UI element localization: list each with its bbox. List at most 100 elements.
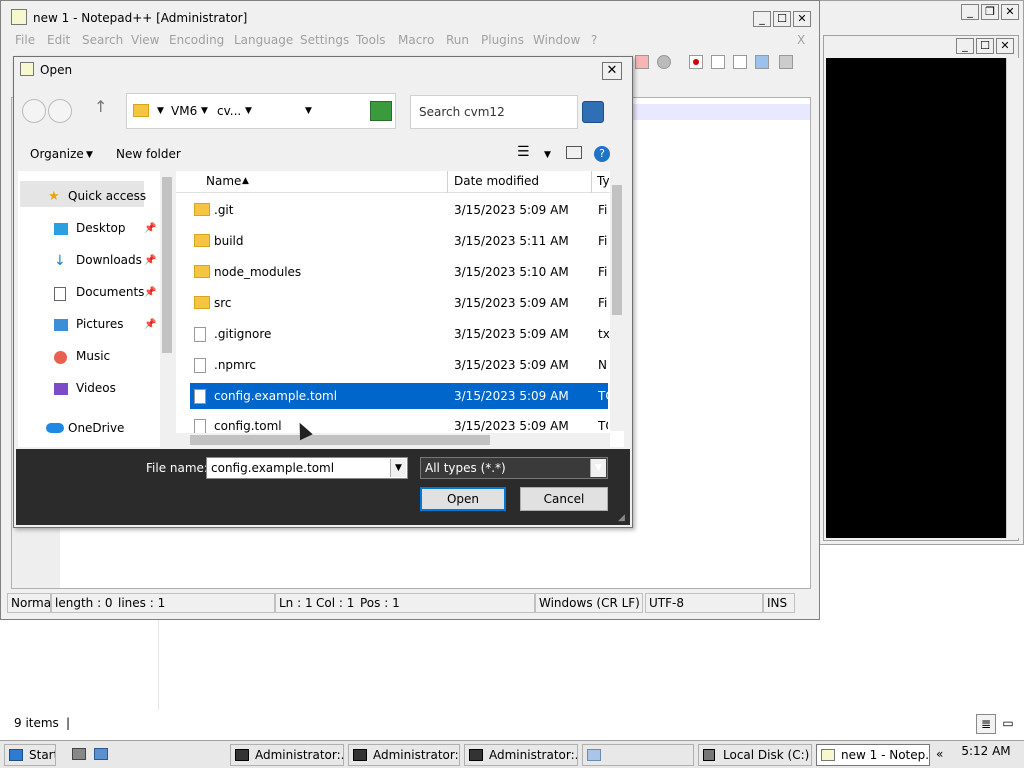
maximize-icon[interactable]: ☐ [976, 38, 994, 54]
nav-documents[interactable]: Documents [76, 285, 144, 299]
chevron-down-icon[interactable]: ▼ [157, 106, 164, 116]
clock[interactable]: 5:12 AM [950, 743, 1022, 766]
tray-expand-icon[interactable]: « [936, 747, 943, 761]
maximize-icon[interactable]: ☐ [773, 11, 791, 27]
file-row[interactable]: build 3/15/2023 5:11 AM Fi [190, 228, 608, 254]
menu-tools[interactable]: Tools [356, 33, 386, 47]
open-button[interactable]: Open [420, 487, 506, 511]
file-row[interactable]: .git 3/15/2023 5:09 AM Fi [190, 197, 608, 223]
help-icon[interactable]: ? [594, 146, 610, 162]
refresh-icon[interactable] [370, 101, 392, 121]
file-row[interactable]: config.toml 3/15/2023 5:09 AM TO [190, 413, 608, 433]
menu-search[interactable]: Search [82, 33, 123, 47]
taskbar-cmd-1[interactable]: Administrator:... [230, 744, 344, 766]
cancel-button[interactable]: Cancel [520, 487, 608, 511]
nav-quick-access[interactable]: Quick access [68, 189, 146, 203]
close-tab-icon[interactable]: X [797, 33, 805, 47]
history-dropdown-icon[interactable]: ▼ [305, 106, 312, 116]
breadcrumb-cvm[interactable]: cv... [217, 104, 241, 118]
menu-view[interactable]: View [131, 33, 159, 47]
close-icon[interactable]: ✕ [996, 38, 1014, 54]
breadcrumb[interactable]: ▼ VM6 ▼ cv... ▼ ▼ [126, 93, 396, 129]
nav-pictures[interactable]: Pictures [76, 317, 124, 331]
details-view-icon[interactable]: ≣ [976, 714, 996, 734]
chevron-down-icon[interactable]: ▼ [390, 459, 406, 477]
column-date-modified[interactable]: Date modified [454, 174, 539, 188]
forward-arrow-icon[interactable] [48, 99, 72, 123]
console-area[interactable] [826, 58, 1006, 538]
nav-onedrive[interactable]: OneDrive [68, 421, 124, 435]
menu-language[interactable]: Language [234, 33, 293, 47]
nav-scrollbar[interactable] [160, 171, 174, 447]
file-row[interactable]: node_modules 3/15/2023 5:10 AM Fi [190, 259, 608, 285]
chevron-down-icon[interactable]: ▼ [201, 106, 208, 116]
menu-edit[interactable]: Edit [47, 33, 70, 47]
organize-button[interactable]: Organize [30, 147, 84, 161]
save-macro-icon[interactable] [779, 55, 793, 69]
file-row[interactable]: .gitignore 3/15/2023 5:09 AM tx [190, 321, 610, 347]
file-name-input[interactable]: config.example.toml ▼ [206, 457, 408, 479]
new-folder-button[interactable]: New folder [116, 147, 181, 161]
file-list-horizontal-scrollbar[interactable] [176, 433, 610, 447]
nav-music[interactable]: Music [76, 349, 110, 363]
explorer-quick-launch-icon[interactable] [94, 748, 108, 760]
tiles-view-icon[interactable]: ▭ [998, 714, 1018, 734]
up-arrow-icon[interactable]: ↑ [94, 97, 107, 116]
run-multiple-macro-icon[interactable] [755, 55, 769, 69]
chevron-down-icon[interactable]: ▼ [544, 150, 551, 160]
nav-videos[interactable]: Videos [76, 381, 116, 395]
menu-help[interactable]: ? [591, 33, 597, 47]
column-name[interactable]: Name [206, 174, 241, 188]
close-icon[interactable]: ✕ [602, 62, 622, 80]
menu-encoding[interactable]: Encoding [169, 33, 224, 47]
column-type[interactable]: Ty [597, 174, 610, 188]
folder-icon[interactable] [635, 55, 649, 69]
view-list-icon[interactable]: ☰ [517, 144, 530, 160]
quick-launch-icon[interactable] [72, 748, 86, 760]
console-scrollbar[interactable] [1006, 58, 1020, 538]
taskbar-local-disk[interactable]: Local Disk (C:) [698, 744, 812, 766]
file-date: 3/15/2023 5:09 AM [454, 358, 569, 372]
back-arrow-icon[interactable] [22, 99, 46, 123]
close-icon[interactable]: ✕ [793, 11, 811, 27]
file-row-selected[interactable]: config.example.toml 3/15/2023 5:09 AM TO [190, 383, 610, 409]
taskbar-explorer[interactable] [582, 744, 694, 766]
taskbar-cmd-3[interactable]: Administrator:... [464, 744, 578, 766]
search-input[interactable]: Search cvm12 [410, 95, 578, 129]
close-icon[interactable]: ✕ [1001, 4, 1019, 20]
menu-window[interactable]: Window [533, 33, 580, 47]
record-macro-icon[interactable] [689, 55, 703, 69]
maximize-icon[interactable]: ❐ [981, 4, 999, 20]
taskbar-cmd-2[interactable]: Administrator:... [348, 744, 460, 766]
taskbar-notepad[interactable]: new 1 - Notep... [816, 744, 930, 766]
menu-macro[interactable]: Macro [398, 33, 434, 47]
search-icon[interactable] [582, 101, 604, 123]
breadcrumb-vm6[interactable]: VM6 [171, 104, 197, 118]
chevron-down-icon[interactable]: ▼ [86, 150, 93, 160]
stop-macro-icon[interactable] [711, 55, 725, 69]
column-divider[interactable] [447, 171, 448, 193]
menu-run[interactable]: Run [446, 33, 469, 47]
nav-downloads[interactable]: Downloads [76, 253, 142, 267]
file-list-vertical-scrollbar[interactable] [610, 171, 624, 431]
background-console-window[interactable]: _ ❐ ✕ _ ☐ ✕ [818, 0, 1024, 545]
chevron-down-icon[interactable]: ▼ [245, 106, 252, 116]
bubble-icon[interactable] [657, 55, 671, 69]
menu-plugins[interactable]: Plugins [481, 33, 524, 47]
preview-pane-icon[interactable] [566, 146, 582, 159]
start-button[interactable]: Start [4, 744, 56, 766]
nav-desktop[interactable]: Desktop [76, 221, 126, 235]
minimize-icon[interactable]: _ [956, 38, 974, 54]
file-type-select[interactable]: All types (*.*) ▼ [420, 457, 608, 479]
file-name-value: config.example.toml [211, 461, 335, 475]
file-row[interactable]: .npmrc 3/15/2023 5:09 AM N [190, 352, 608, 378]
minimize-icon[interactable]: _ [753, 11, 771, 27]
column-divider[interactable] [591, 171, 592, 193]
menu-settings[interactable]: Settings [300, 33, 349, 47]
resize-grip-icon[interactable]: ◢ [618, 513, 625, 523]
play-macro-icon[interactable] [733, 55, 747, 69]
menu-file[interactable]: File [15, 33, 35, 47]
file-row[interactable]: src 3/15/2023 5:09 AM Fi [190, 290, 608, 316]
minimize-icon[interactable]: _ [961, 4, 979, 20]
chevron-down-icon[interactable]: ▼ [590, 459, 606, 477]
